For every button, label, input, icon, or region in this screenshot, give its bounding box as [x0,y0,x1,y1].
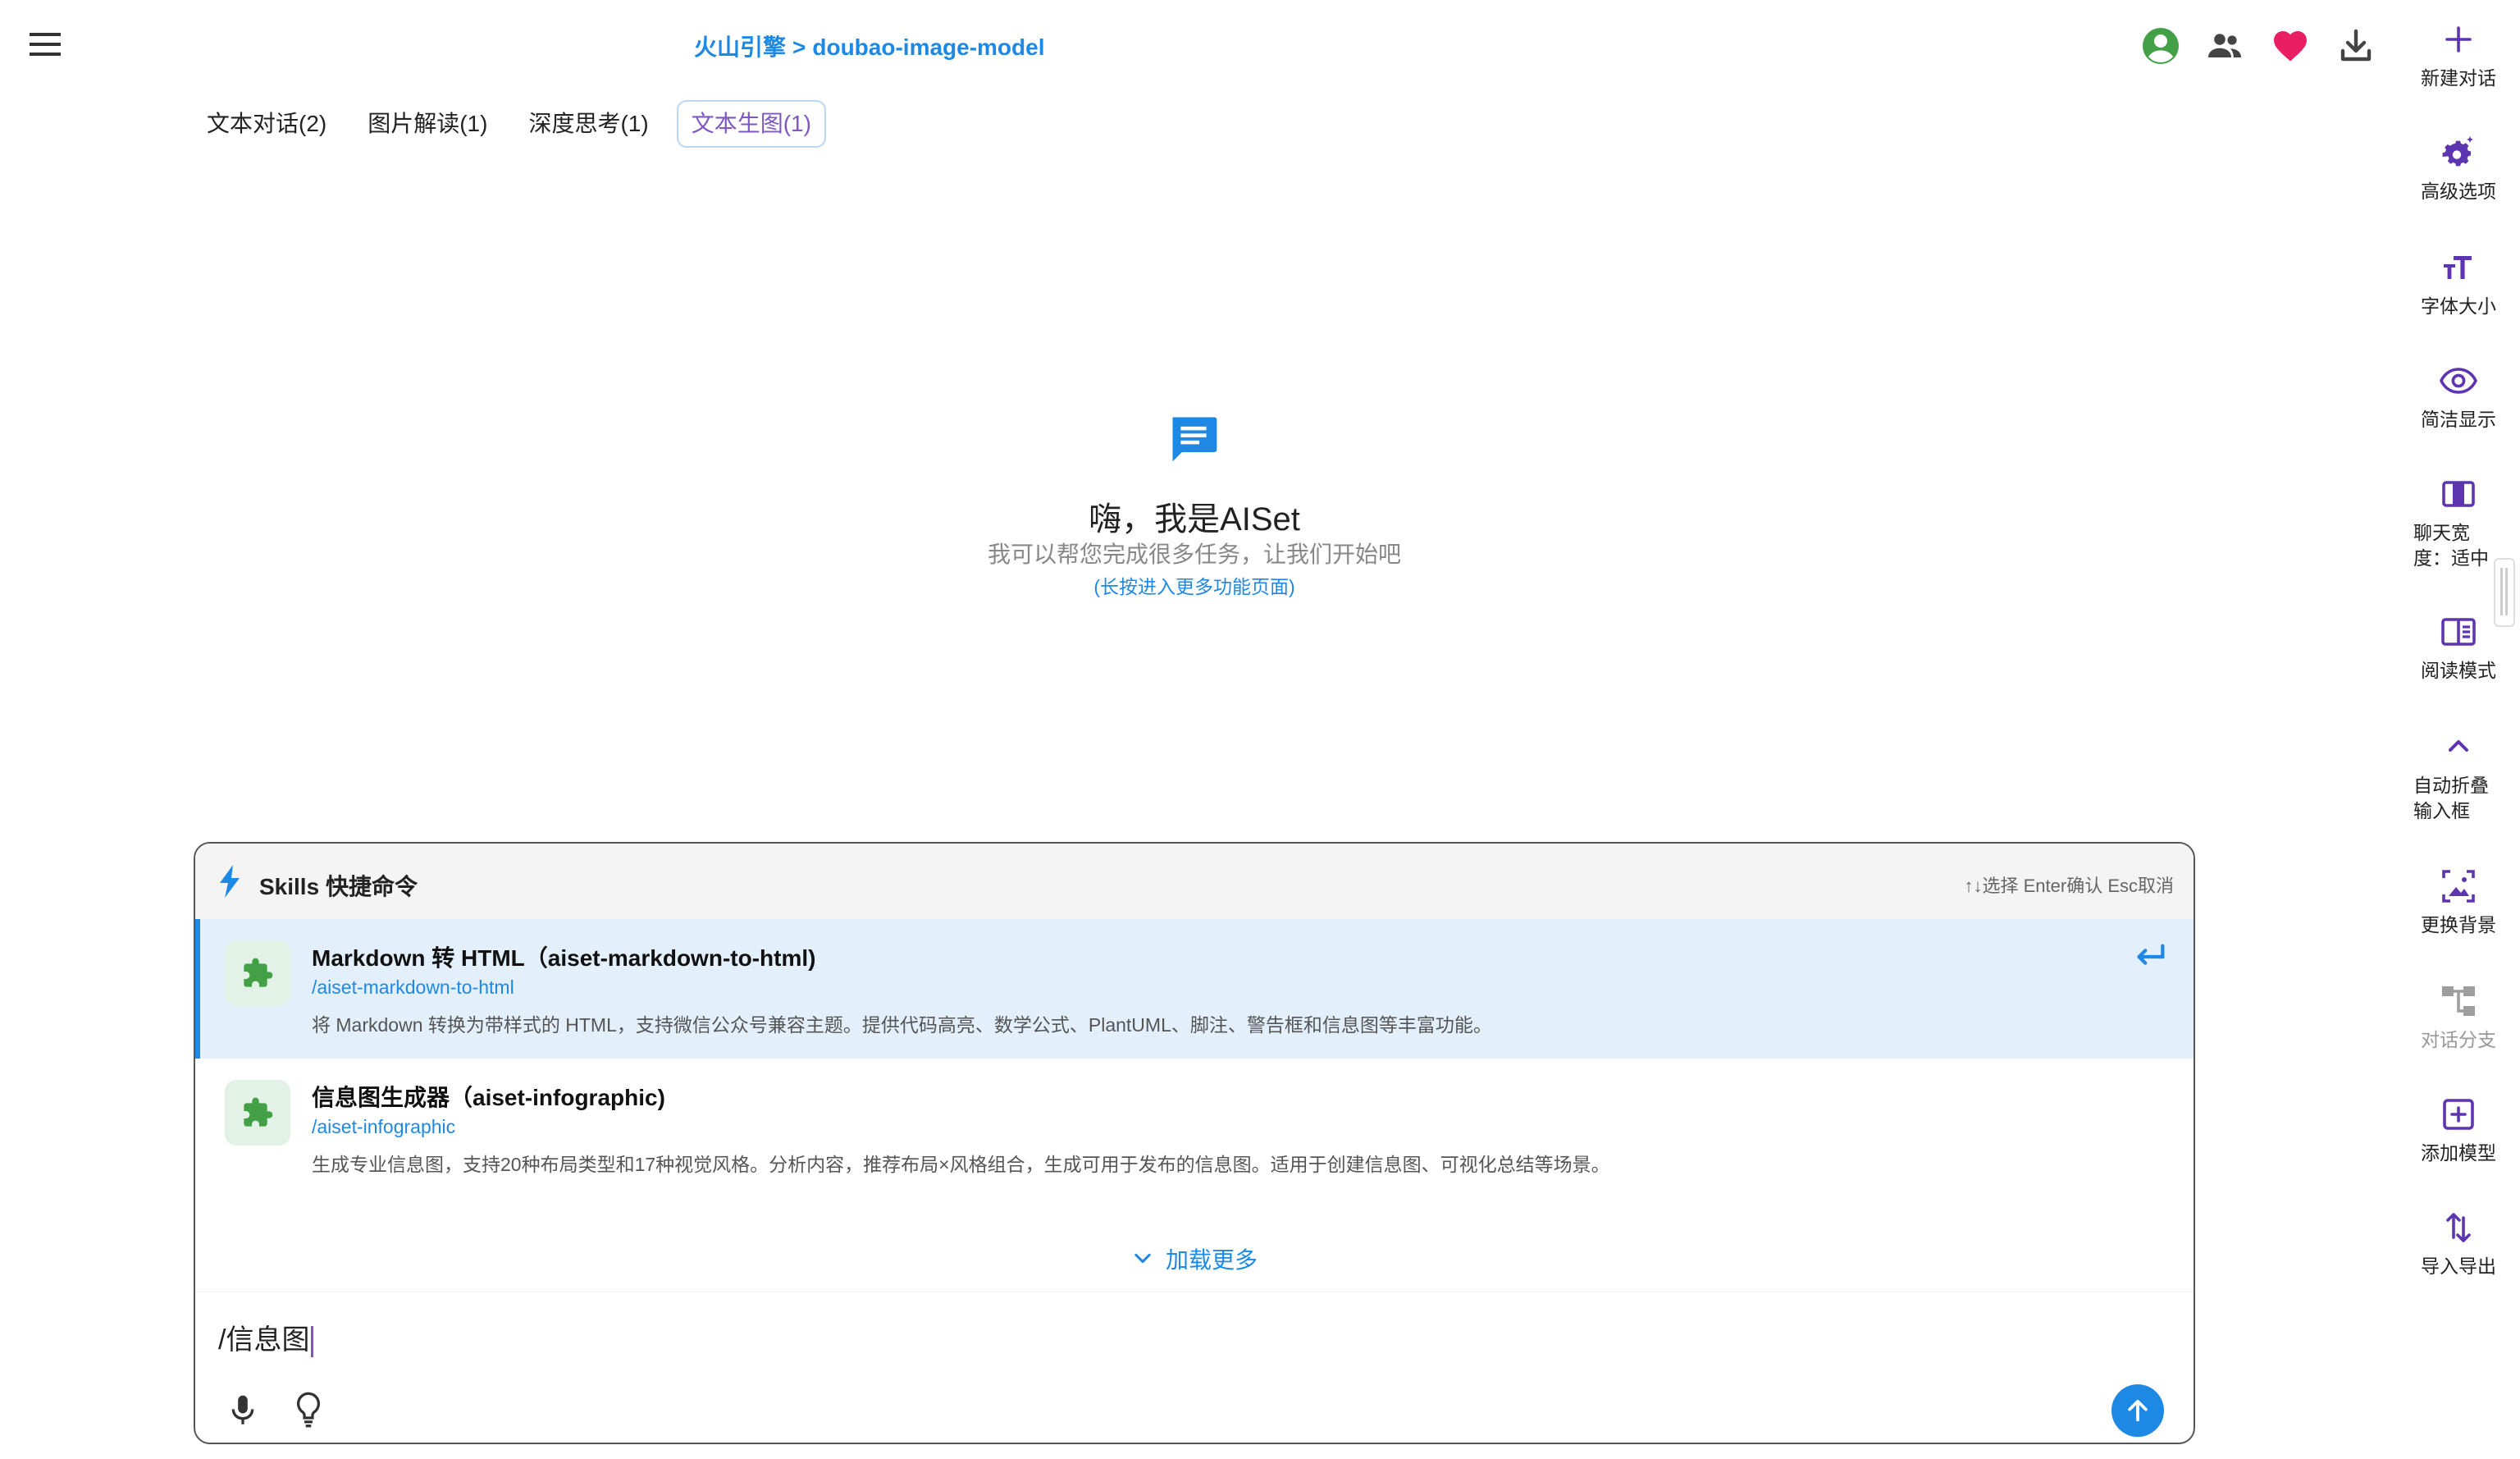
sidebar-item-label-line2: 输入框 [2413,800,2470,821]
skills-keyboard-hint: ↑↓选择 Enter确认 Esc取消 [1964,876,2174,896]
menu-icon[interactable] [28,30,64,59]
group-icon[interactable] [2205,26,2244,66]
lightbulb-icon[interactable] [292,1391,325,1429]
import-export-icon [2439,1208,2478,1247]
skills-title: Skills 快捷命令 [259,874,418,899]
sidebar-item-advanced-options[interactable]: 高级选项 [2397,133,2520,204]
resize-handle[interactable] [2494,558,2515,627]
sidebar-item-font-size[interactable]: 字体大小 [2397,248,2520,319]
welcome-title: 嗨，我是AISet [1089,501,1300,537]
skill-title: Markdown 转 HTML（aiset-markdown-to-html) [312,945,816,971]
enter-icon[interactable] [2131,940,2169,973]
load-more-button[interactable]: 加载更多 [195,1224,2194,1293]
load-more-label: 加载更多 [1165,1247,1258,1273]
image-frame-icon [2439,867,2478,906]
model-tabs: 文本对话(2) 图片解读(1) 深度思考(1) 文本生图(1) [194,100,826,148]
chevron-down-icon [1131,1247,1154,1270]
skill-command: /aiset-markdown-to-html [312,976,514,998]
sidebar-item-label-line1: 自动折叠 [2413,775,2489,796]
sidebar-item-label-line1: 聊天宽 [2413,522,2470,543]
sidebar-item-label: 新建对话 [2421,67,2496,89]
sidebar-item-label: 阅读模式 [2421,660,2496,681]
eye-icon [2439,361,2478,400]
plus-icon [2439,20,2478,59]
sidebar-item-label: 导入导出 [2421,1255,2496,1277]
tab-text-to-image[interactable]: 文本生图(1) [676,100,826,148]
skill-command: /aiset-infographic [312,1116,456,1137]
font-size-icon [2439,248,2478,287]
sidebar-item-label-line2: 度：适中 [2413,547,2489,569]
text-caret [311,1326,314,1358]
sidebar-item-auto-collapse[interactable]: 自动折叠 输入框 [2397,727,2520,824]
puzzle-icon [225,940,290,1006]
download-icon[interactable] [2336,26,2376,66]
heart-icon[interactable] [2271,26,2310,66]
breadcrumb-provider[interactable]: 火山引擎 [694,34,786,60]
sidebar-item-chat-width[interactable]: 聊天宽度：适中 [2397,474,2520,571]
branch-icon [2439,981,2478,1021]
sidebar-item-import-export[interactable]: 导入导出 [2397,1208,2520,1279]
chevron-up-icon [2439,727,2478,766]
skill-item-markdown-to-html[interactable]: Markdown 转 HTML（aiset-markdown-to-html) … [195,919,2194,1059]
sidebar-item-label: 更换背景 [2421,914,2496,935]
welcome-subtitle: 我可以帮您完成很多任务，让我们开始吧 [987,542,1401,567]
bolt-icon [218,865,243,898]
more-features-link[interactable]: (长按进入更多功能页面) [0,571,2389,599]
width-icon [2439,474,2478,514]
chat-bubble-icon [1166,410,1221,466]
input-area: /信息图 [195,1292,2194,1443]
skill-description: 生成专业信息图，支持20种布局类型和17种视觉风格。分析内容，推荐布局×风格组合… [312,1154,1610,1175]
tab-image-understanding[interactable]: 图片解读(1) [354,100,500,148]
tab-text-chat[interactable]: 文本对话(2) [194,100,340,148]
sidebar-item-new-chat[interactable]: 新建对话 [2397,20,2520,91]
sidebar-item-conversation-branch[interactable]: 对话分支 [2397,981,2520,1053]
add-box-icon [2439,1095,2478,1134]
tab-deep-thinking[interactable]: 深度思考(1) [515,100,661,148]
sidebar-item-label: 添加模型 [2421,1142,2496,1164]
mic-icon[interactable] [226,1393,259,1429]
sidebar-item-label: 聊天宽度：适中 [2413,520,2504,571]
skill-description: 将 Markdown 转换为带样式的 HTML，支持微信公众号兼容主题。提供代码… [312,1014,1492,1036]
skills-header: Skills 快捷命令 ↑↓选择 Enter确认 Esc取消 [195,844,2194,920]
chat-input-value: /信息图 [218,1324,310,1356]
send-button[interactable] [2111,1384,2164,1437]
arrow-up-icon [2124,1397,2152,1425]
skill-title: 信息图生成器（aiset-infographic) [312,1085,665,1110]
sidebar-item-label: 高级选项 [2421,181,2496,202]
account-circle-icon[interactable] [2141,26,2180,66]
sidebar-item-label: 简洁显示 [2421,409,2496,430]
breadcrumb: 火山引擎 > doubao-image-model [694,30,1045,62]
composer-panel: Skills 快捷命令 ↑↓选择 Enter确认 Esc取消 Markdown … [194,842,2195,1444]
chat-input[interactable]: /信息图 [218,1317,314,1358]
sidebar-item-compact-display[interactable]: 简洁显示 [2397,361,2520,432]
sidebar-item-change-background[interactable]: 更换背景 [2397,867,2520,938]
breadcrumb-model[interactable]: doubao-image-model [812,34,1044,60]
sidebar-item-add-model[interactable]: 添加模型 [2397,1095,2520,1166]
right-sidebar: 新建对话 高级选项 字体大小 简洁显示 聊天宽度：适中 阅读模式 自动折叠输入框… [2397,0,2520,1459]
breadcrumb-separator: > [792,34,806,60]
gear-icon [2439,133,2478,172]
skill-item-infographic[interactable]: 信息图生成器（aiset-infographic) /aiset-infogra… [195,1059,2194,1198]
sidebar-item-label: 对话分支 [2421,1029,2496,1050]
reading-mode-icon [2439,612,2478,652]
puzzle-icon [225,1080,290,1146]
sidebar-item-label: 自动折叠 输入框 [2413,773,2504,824]
sidebar-item-label: 字体大小 [2421,295,2496,317]
